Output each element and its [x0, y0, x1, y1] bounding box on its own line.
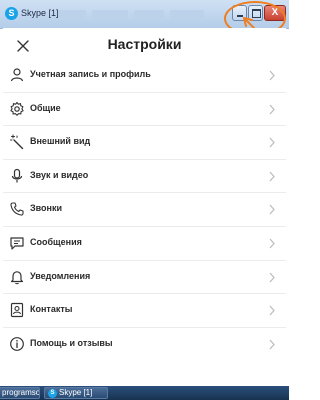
titlebar-ghost-tab	[170, 10, 204, 19]
chevron-right-icon	[269, 238, 275, 249]
skype-logo-icon: S	[5, 7, 18, 20]
page-title: Настройки	[107, 36, 182, 52]
settings-item-label: Уведомления	[30, 270, 91, 281]
magic-wand-icon	[10, 134, 24, 150]
phone-icon	[10, 202, 24, 216]
settings-item-calls[interactable]: Звонки	[3, 193, 286, 227]
settings-item-general[interactable]: Общие	[3, 93, 286, 127]
settings-item-notifications[interactable]: Уведомления	[3, 261, 286, 295]
settings-item-label: Сообщения	[30, 236, 82, 247]
settings-item-help[interactable]: Помощь и отзывы	[3, 328, 286, 361]
chevron-right-icon	[269, 339, 275, 350]
settings-item-label: Учетная запись и профиль	[30, 69, 151, 79]
chevron-right-icon	[269, 70, 275, 81]
settings-item-audio-video[interactable]: Звук и видео	[3, 160, 286, 194]
settings-item-label: Внешний вид	[30, 136, 91, 147]
titlebar-ghost-tab	[58, 10, 86, 19]
person-icon	[10, 68, 24, 82]
chevron-right-icon	[269, 171, 275, 182]
taskbar-item-skype[interactable]: S Skype [1]	[44, 387, 108, 399]
settings-item-label: Звонки	[30, 203, 63, 214]
gear-icon	[10, 101, 24, 116]
message-icon	[10, 237, 24, 250]
chevron-right-icon	[269, 137, 275, 148]
settings-item-label: Звук и видео	[30, 169, 89, 180]
settings-item-label: Общие	[30, 102, 61, 113]
skype-logo-icon: S	[48, 389, 57, 398]
taskbar: programso... S Skype [1]	[0, 386, 289, 400]
taskbar-item-label: Skype [1]	[59, 388, 93, 397]
bell-icon	[10, 270, 24, 284]
settings-item-label: Помощь и отзывы	[30, 337, 113, 348]
taskbar-item-program[interactable]: programso...	[0, 387, 40, 399]
settings-menu: Учетная запись и профиль Общие Внешний в…	[3, 59, 286, 360]
contacts-icon	[10, 303, 24, 318]
settings-item-contacts[interactable]: Контакты	[3, 294, 286, 328]
chevron-right-icon	[269, 305, 275, 316]
microphone-icon	[11, 168, 23, 183]
settings-item-account[interactable]: Учетная запись и профиль	[3, 59, 286, 93]
window-title: Skype [1]	[21, 8, 59, 18]
settings-item-appearance[interactable]: Внешний вид	[3, 126, 286, 160]
chevron-right-icon	[269, 104, 275, 114]
settings-item-label: Контакты	[30, 304, 73, 315]
settings-item-messages[interactable]: Сообщения	[3, 227, 286, 261]
titlebar-ghost-tab	[134, 10, 164, 19]
settings-panel: Настройки Учетная запись и профиль Общие	[3, 28, 286, 383]
titlebar-ghost-tab	[92, 10, 128, 19]
chevron-right-icon	[269, 204, 275, 215]
chevron-right-icon	[269, 272, 275, 282]
info-icon	[10, 336, 24, 351]
